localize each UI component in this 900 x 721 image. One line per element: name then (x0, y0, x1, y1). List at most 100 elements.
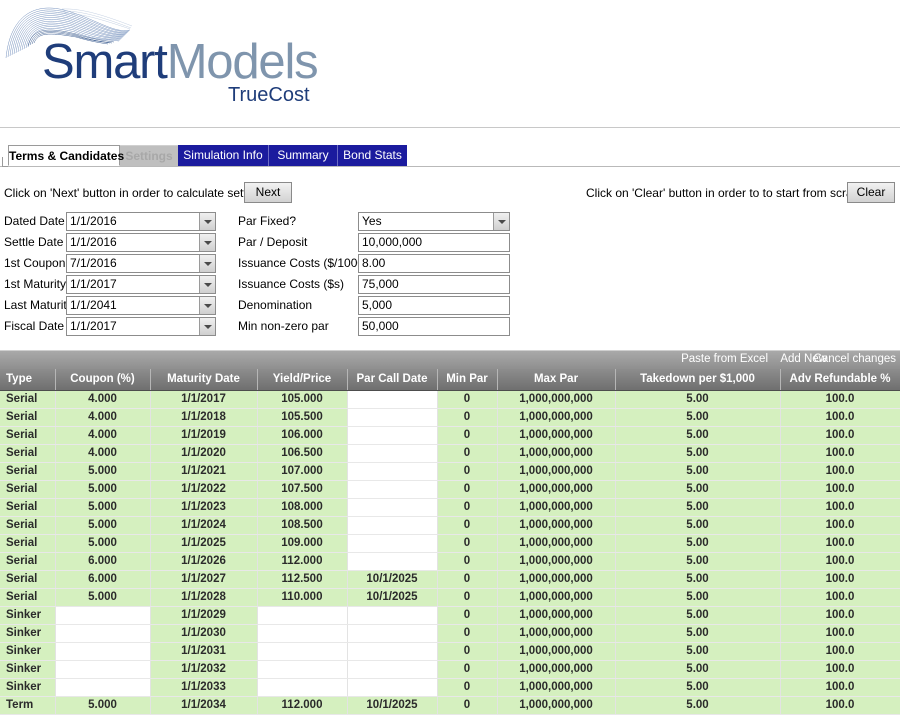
cell-coupon[interactable]: 5.000 (55, 516, 151, 535)
cell-yield-price[interactable]: 112.000 (257, 552, 348, 571)
grid-header-coupon[interactable]: Coupon (%) (55, 369, 151, 391)
cell-maturity-date[interactable]: 1/1/2032 (150, 660, 258, 679)
table-row[interactable]: Serial 5.000 1/1/2024 108.500 0 1,000,000,000… (0, 516, 900, 535)
input-issuance-costs-dollars[interactable]: 75,000 (358, 275, 510, 294)
cell-maturity-date[interactable]: 1/1/2031 (150, 642, 258, 661)
cell-par-call-date[interactable] (347, 462, 438, 481)
cancel-changes-button[interactable]: Cancel changes (814, 353, 896, 365)
table-row[interactable]: Sinker 1/1/2032 0 1,000,000,000 5.00 100.0 (0, 660, 900, 679)
table-row[interactable]: Serial 5.000 1/1/2023 108.000 0 1,000,000,000… (0, 498, 900, 517)
cell-max-par[interactable]: 1,000,000,000 (497, 390, 616, 409)
table-row[interactable]: Sinker 1/1/2031 0 1,000,000,000 5.00 100.0 (0, 642, 900, 661)
cell-takedown-per-1-000[interactable]: 5.00 (615, 390, 781, 409)
table-row[interactable]: Serial 5.000 1/1/2025 109.000 0 1,000,000,000… (0, 534, 900, 553)
cell-adv-refundable[interactable]: 100.0 (780, 534, 900, 553)
table-row[interactable]: Serial 5.000 1/1/2028 110.000 10/1/2025 0 1,00… (0, 588, 900, 607)
chevron-down-icon[interactable] (199, 297, 215, 314)
cell-maturity-date[interactable]: 1/1/2019 (150, 426, 258, 445)
table-row[interactable]: Sinker 1/1/2030 0 1,000,000,000 5.00 100.0 (0, 624, 900, 643)
cell-yield-price[interactable]: 108.500 (257, 516, 348, 535)
table-row[interactable]: Serial 6.000 1/1/2026 112.000 0 1,000,000,000… (0, 552, 900, 571)
grid-header-max-par[interactable]: Max Par (497, 369, 616, 391)
candidates-grid[interactable]: Type Coupon (%) Maturity Date Yield/Price Pa… (0, 369, 900, 721)
cell-type[interactable]: Serial (0, 390, 56, 409)
cell-coupon[interactable] (55, 660, 151, 679)
cell-maturity-date[interactable]: 1/1/2020 (150, 444, 258, 463)
table-row[interactable]: Serial 6.000 1/1/2027 112.500 10/1/2025 0 1,00… (0, 570, 900, 589)
cell-type[interactable]: Serial (0, 498, 56, 517)
cell-yield-price[interactable]: 106.500 (257, 444, 348, 463)
cell-yield-price[interactable] (257, 642, 348, 661)
cell-takedown-per-1-000[interactable]: 5.00 (615, 570, 781, 589)
table-row[interactable]: Serial 4.000 1/1/2020 106.500 0 1,000,000,000… (0, 444, 900, 463)
cell-max-par[interactable]: 1,000,000,000 (497, 570, 616, 589)
cell-max-par[interactable]: 1,000,000,000 (497, 588, 616, 607)
table-row[interactable]: Sinker 1/1/2029 0 1,000,000,000 5.00 100.0 (0, 606, 900, 625)
cell-max-par[interactable]: 1,000,000,000 (497, 462, 616, 481)
cell-type[interactable]: Term (0, 696, 56, 715)
cell-takedown-per-1-000[interactable]: 5.00 (615, 534, 781, 553)
cell-maturity-date[interactable]: 1/1/2018 (150, 408, 258, 427)
cell-adv-refundable[interactable]: 100.0 (780, 660, 900, 679)
cell-par-call-date[interactable] (347, 390, 438, 409)
cell-par-call-date[interactable]: 10/1/2025 (347, 570, 438, 589)
cell-maturity-date[interactable]: 1/1/2030 (150, 624, 258, 643)
cell-adv-refundable[interactable]: 100.0 (780, 552, 900, 571)
cell-takedown-per-1-000[interactable]: 5.00 (615, 480, 781, 499)
cell-par-call-date[interactable] (347, 426, 438, 445)
cell-maturity-date[interactable]: 1/1/2022 (150, 480, 258, 499)
chevron-down-icon[interactable] (199, 318, 215, 335)
cell-par-call-date[interactable] (347, 660, 438, 679)
cell-takedown-per-1-000[interactable]: 5.00 (615, 426, 781, 445)
cell-min-par[interactable]: 0 (437, 570, 498, 589)
cell-takedown-per-1-000[interactable]: 5.00 (615, 678, 781, 697)
input-min-non-zero-par[interactable]: 50,000 (358, 317, 510, 336)
cell-maturity-date[interactable]: 1/1/2021 (150, 462, 258, 481)
cell-type[interactable]: Serial (0, 444, 56, 463)
cell-par-call-date[interactable]: 10/1/2025 (347, 696, 438, 715)
cell-min-par[interactable]: 0 (437, 534, 498, 553)
cell-takedown-per-1-000[interactable]: 5.00 (615, 588, 781, 607)
cell-min-par[interactable]: 0 (437, 444, 498, 463)
cell-adv-refundable[interactable]: 100.0 (780, 480, 900, 499)
chevron-down-icon[interactable] (199, 213, 215, 230)
cell-par-call-date[interactable] (347, 534, 438, 553)
cell-yield-price[interactable]: 108.000 (257, 498, 348, 517)
tab-bond-stats[interactable]: Bond Stats (337, 145, 407, 166)
cell-min-par[interactable]: 0 (437, 516, 498, 535)
cell-max-par[interactable]: 1,000,000,000 (497, 426, 616, 445)
cell-type[interactable]: Sinker (0, 606, 56, 625)
cell-maturity-date[interactable]: 1/1/2033 (150, 678, 258, 697)
cell-coupon[interactable]: 4.000 (55, 390, 151, 409)
table-row[interactable]: Serial 4.000 1/1/2018 105.500 0 1,000,000,000… (0, 408, 900, 427)
cell-adv-refundable[interactable]: 100.0 (780, 390, 900, 409)
grid-header-min-par[interactable]: Min Par (437, 369, 498, 391)
cell-coupon[interactable] (55, 642, 151, 661)
grid-header-par-call-date[interactable]: Par Call Date (347, 369, 438, 391)
cell-adv-refundable[interactable]: 100.0 (780, 588, 900, 607)
cell-par-call-date[interactable] (347, 444, 438, 463)
cell-yield-price[interactable] (257, 624, 348, 643)
cell-min-par[interactable]: 0 (437, 408, 498, 427)
cell-yield-price[interactable]: 105.500 (257, 408, 348, 427)
chevron-down-icon[interactable] (199, 276, 215, 293)
cell-max-par[interactable]: 1,000,000,000 (497, 696, 616, 715)
cell-max-par[interactable]: 1,000,000,000 (497, 642, 616, 661)
cell-takedown-per-1-000[interactable]: 5.00 (615, 462, 781, 481)
cell-maturity-date[interactable]: 1/1/2026 (150, 552, 258, 571)
cell-coupon[interactable]: 6.000 (55, 570, 151, 589)
cell-adv-refundable[interactable]: 100.0 (780, 606, 900, 625)
cell-type[interactable]: Sinker (0, 678, 56, 697)
tab-simulation-info[interactable]: Simulation Info (178, 145, 268, 166)
grid-header-adv-refundable[interactable]: Adv Refundable % (780, 369, 900, 391)
grid-header-type[interactable]: Type (0, 369, 56, 391)
cell-yield-price[interactable] (257, 678, 348, 697)
cell-adv-refundable[interactable]: 100.0 (780, 678, 900, 697)
cell-takedown-per-1-000[interactable]: 5.00 (615, 642, 781, 661)
cell-coupon[interactable]: 4.000 (55, 426, 151, 445)
cell-min-par[interactable]: 0 (437, 390, 498, 409)
paste-from-excel-button[interactable]: Paste from Excel (681, 353, 768, 365)
cell-par-call-date[interactable] (347, 480, 438, 499)
cell-takedown-per-1-000[interactable]: 5.00 (615, 516, 781, 535)
cell-min-par[interactable]: 0 (437, 588, 498, 607)
